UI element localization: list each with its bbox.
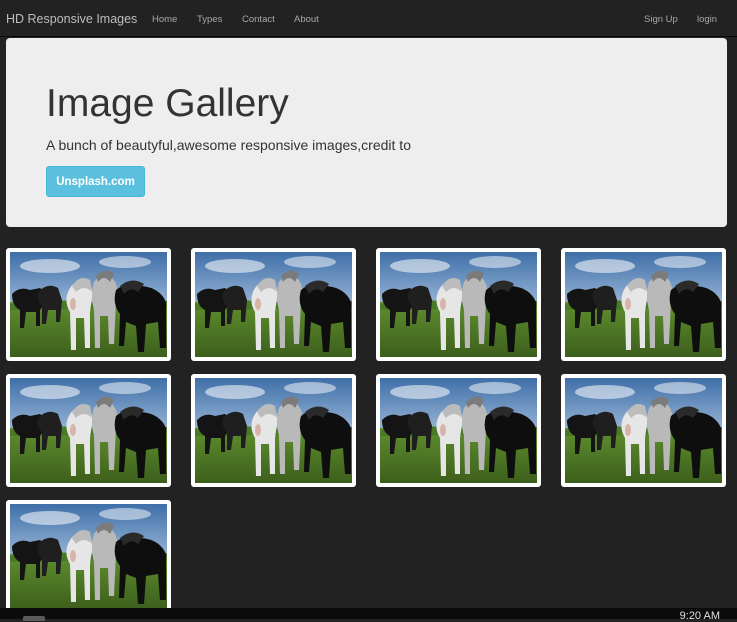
horses-photo: [10, 252, 167, 357]
jumbotron-text: A bunch of beautyful,awesome responsive …: [46, 137, 411, 153]
gallery-image[interactable]: [6, 248, 171, 361]
page-title: Image Gallery: [46, 82, 289, 125]
horses-photo: [195, 252, 352, 357]
nav-link-sign-up[interactable]: Sign Up: [644, 14, 678, 25]
horses-photo: [10, 504, 167, 609]
nav-link-types[interactable]: Types: [197, 14, 222, 25]
brand-link[interactable]: HD Responsive Images: [6, 12, 137, 26]
taskbar-clock: 9:20 AM: [679, 610, 720, 622]
gallery-image[interactable]: [191, 248, 356, 361]
horses-photo: [380, 378, 537, 483]
gallery-image[interactable]: [191, 374, 356, 487]
nav-link-home[interactable]: Home: [152, 14, 177, 25]
gallery-image[interactable]: [6, 374, 171, 487]
gallery-image[interactable]: [6, 500, 171, 613]
nav-link-login[interactable]: login: [697, 14, 717, 25]
horses-photo: [565, 252, 722, 357]
unsplash-button[interactable]: Unsplash.com: [46, 166, 145, 197]
nav-link-about[interactable]: About: [294, 14, 319, 25]
horses-photo: [10, 378, 167, 483]
gallery-image[interactable]: [561, 374, 726, 487]
jumbotron: Image Gallery A bunch of beautyful,aweso…: [6, 38, 727, 227]
gallery-image[interactable]: [376, 248, 541, 361]
nav-link-contact[interactable]: Contact: [242, 14, 275, 25]
horses-photo: [195, 378, 352, 483]
horses-photo: [380, 252, 537, 357]
gallery-image[interactable]: [376, 374, 541, 487]
taskbar: 9:20 AM: [0, 608, 737, 622]
navbar: HD Responsive Images Home Types Contact …: [0, 4, 737, 37]
horses-photo: [565, 378, 722, 483]
gallery-image[interactable]: [561, 248, 726, 361]
